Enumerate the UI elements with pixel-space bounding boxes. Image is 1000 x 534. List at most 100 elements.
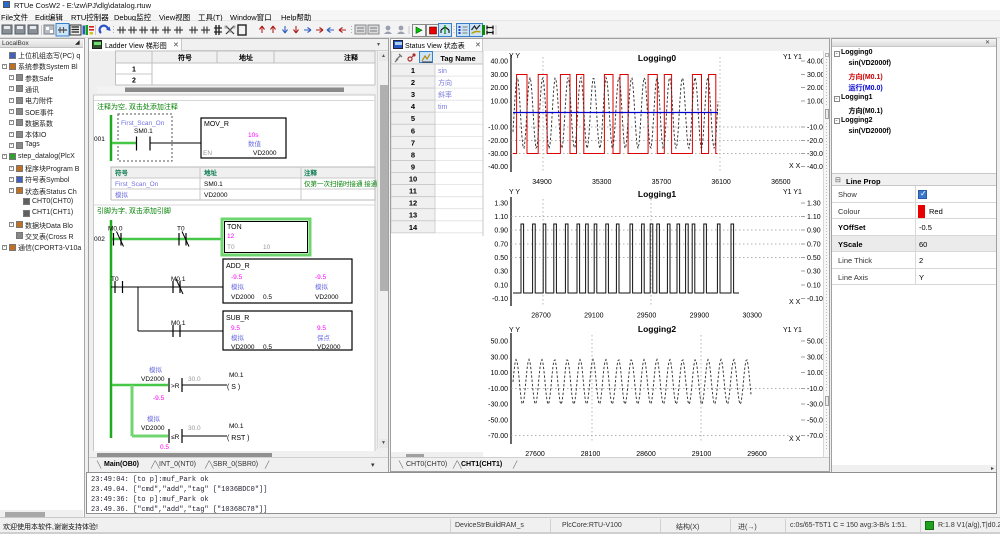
- svg-text:Tag Name: Tag Name: [440, 54, 475, 63]
- svg-text:Y1 Y1: Y1 Y1: [783, 189, 802, 196]
- svg-text:0.5: 0.5: [263, 344, 272, 351]
- svg-text:0.5: 0.5: [263, 294, 272, 301]
- svg-text:注释: 注释: [344, 53, 359, 62]
- svg-text:40.00: 40.00: [807, 59, 825, 66]
- svg-text:30.0: 30.0: [188, 425, 201, 432]
- svg-text:50.00: 50.00: [490, 339, 508, 346]
- svg-text:7: 7: [411, 138, 415, 147]
- svg-text:30.00: 30.00: [807, 355, 825, 362]
- svg-text:0.50: 0.50: [494, 255, 508, 262]
- svg-text:35300: 35300: [592, 179, 612, 186]
- svg-text:X X: X X: [789, 163, 801, 170]
- svg-text:First_Scan_On: First_Scan_On: [121, 120, 165, 127]
- svg-text:29500: 29500: [637, 313, 657, 320]
- svg-text:12: 12: [409, 199, 417, 208]
- svg-text:-50.00: -50.00: [488, 418, 508, 425]
- svg-text:0.10: 0.10: [494, 283, 508, 290]
- svg-text:方向: 方向: [438, 78, 452, 87]
- svg-text:1: 1: [132, 67, 136, 74]
- svg-text:模拟: 模拟: [231, 282, 245, 291]
- svg-text:-30.00: -30.00: [488, 151, 508, 158]
- svg-text:8: 8: [411, 150, 415, 159]
- svg-text:0.30: 0.30: [807, 269, 821, 276]
- svg-text:( RST ): ( RST ): [227, 435, 249, 442]
- svg-text:M0.1: M0.1: [229, 372, 244, 379]
- svg-text:注释: 注释: [304, 168, 318, 177]
- svg-text:SM0.1: SM0.1: [134, 128, 153, 135]
- svg-text:50.00: 50.00: [807, 339, 825, 346]
- svg-text:30.00: 30.00: [490, 72, 508, 79]
- svg-text:-9.5: -9.5: [153, 395, 165, 402]
- svg-text:TON: TON: [227, 224, 242, 231]
- svg-text:VD2000: VD2000: [231, 344, 255, 351]
- svg-text:0.70: 0.70: [807, 242, 821, 249]
- svg-text:0.90: 0.90: [494, 228, 508, 235]
- svg-text:符号: 符号: [115, 168, 129, 177]
- svg-text:Y1 Y1: Y1 Y1: [783, 327, 802, 334]
- svg-text:tim: tim: [438, 104, 448, 111]
- svg-text:0.30: 0.30: [494, 269, 508, 276]
- svg-text:-0.10: -0.10: [807, 296, 823, 303]
- svg-text:Logging0: Logging0: [638, 53, 677, 63]
- svg-text:VD2000: VD2000: [204, 192, 228, 199]
- svg-text:保点: 保点: [317, 333, 331, 342]
- svg-text:002: 002: [94, 236, 105, 243]
- svg-text:1: 1: [411, 66, 415, 75]
- svg-text:40.00: 40.00: [490, 59, 508, 66]
- svg-text:ADD_R: ADD_R: [226, 263, 250, 270]
- svg-text:( S ): ( S ): [227, 384, 240, 391]
- svg-text:10s: 10s: [248, 132, 259, 139]
- svg-text:-10.00: -10.00: [488, 386, 508, 393]
- svg-text:VD2000: VD2000: [317, 344, 341, 351]
- svg-text:10.00: 10.00: [490, 370, 508, 377]
- svg-text:sin: sin: [438, 68, 447, 75]
- svg-text:1.30: 1.30: [807, 201, 821, 208]
- svg-text:0.50: 0.50: [807, 255, 821, 262]
- svg-text:13: 13: [409, 211, 417, 220]
- svg-text:9.5: 9.5: [231, 325, 240, 332]
- svg-text:0.70: 0.70: [494, 242, 508, 249]
- svg-text:20.00: 20.00: [490, 85, 508, 92]
- svg-text:36500: 36500: [771, 179, 791, 186]
- svg-text:5: 5: [411, 114, 415, 123]
- svg-text:9.5: 9.5: [317, 325, 326, 332]
- svg-text:0.5: 0.5: [160, 444, 169, 451]
- svg-text:M0.1: M0.1: [229, 423, 244, 430]
- svg-text:Y Y: Y Y: [509, 189, 520, 196]
- svg-text:地址: 地址: [239, 53, 253, 62]
- svg-text:注释为空, 双击处添加注释: 注释为空, 双击处添加注释: [97, 102, 178, 111]
- svg-text:VD2000: VD2000: [141, 376, 165, 383]
- svg-text:36100: 36100: [711, 179, 731, 186]
- svg-text:T0: T0: [227, 244, 235, 251]
- svg-text:0.10: 0.10: [807, 283, 821, 290]
- svg-text:0.90: 0.90: [807, 228, 821, 235]
- svg-text:模拟: 模拟: [231, 333, 245, 342]
- svg-text:SUB_R: SUB_R: [226, 315, 249, 322]
- svg-text:35700: 35700: [652, 179, 672, 186]
- svg-text:X X: X X: [789, 436, 801, 443]
- svg-text:≤R: ≤R: [171, 434, 180, 441]
- svg-text:29900: 29900: [690, 313, 710, 320]
- svg-text:20.00: 20.00: [807, 85, 825, 92]
- svg-text:2: 2: [411, 78, 415, 87]
- svg-text:9: 9: [411, 163, 415, 172]
- svg-text:Logging2: Logging2: [638, 324, 677, 334]
- svg-text:仅第一次扫描时接通 接通: 仅第一次扫描时接通 接通: [304, 179, 378, 188]
- svg-text:First_Scan_On: First_Scan_On: [115, 181, 159, 188]
- svg-text:VD2000: VD2000: [141, 425, 165, 432]
- svg-text:VD2000: VD2000: [315, 294, 339, 301]
- svg-text:模拟: 模拟: [315, 282, 329, 291]
- svg-text:10: 10: [409, 175, 417, 184]
- svg-text:1.10: 1.10: [807, 214, 821, 221]
- svg-text:3: 3: [411, 90, 415, 99]
- svg-text:引脚为字, 双击添加引脚: 引脚为字, 双击添加引脚: [97, 206, 171, 215]
- svg-text:10.00: 10.00: [807, 99, 825, 106]
- svg-text:28700: 28700: [531, 313, 551, 320]
- svg-text:数值: 数值: [248, 139, 262, 148]
- svg-text:模拟: 模拟: [115, 190, 129, 199]
- svg-text:001: 001: [94, 136, 105, 143]
- svg-text:Y1 Y1: Y1 Y1: [783, 54, 802, 61]
- svg-text:30.0: 30.0: [188, 376, 201, 383]
- svg-text:Y Y: Y Y: [509, 327, 520, 334]
- svg-text:-70.00: -70.00: [488, 433, 508, 440]
